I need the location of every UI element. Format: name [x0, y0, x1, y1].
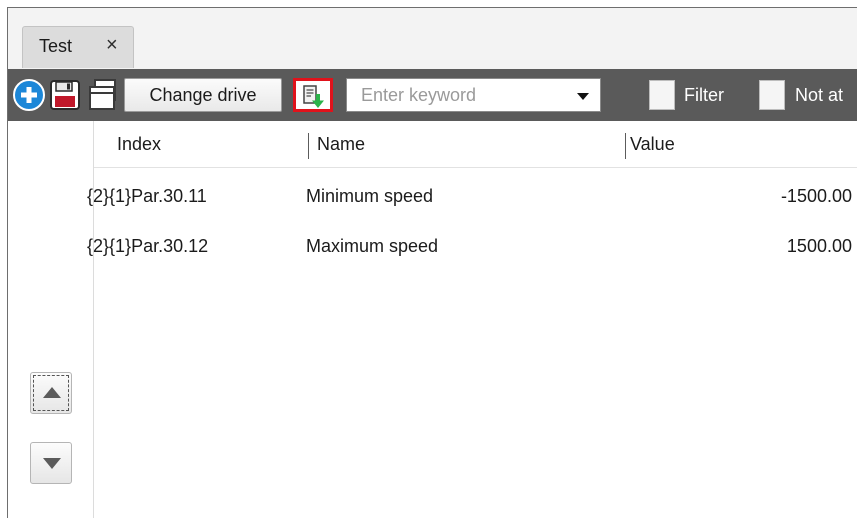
close-icon[interactable]: × — [106, 34, 118, 57]
chevron-down-icon[interactable] — [577, 93, 589, 100]
scroll-down-button[interactable] — [30, 442, 72, 484]
change-drive-button[interactable]: Change drive — [124, 78, 282, 112]
cell-name: Maximum speed — [306, 236, 439, 256]
copy-button[interactable] — [86, 78, 120, 112]
arrow-down-icon — [43, 458, 61, 469]
navigation-panel — [8, 121, 94, 518]
download-to-drive-icon — [303, 85, 324, 108]
column-header-index[interactable]: Index — [117, 134, 161, 155]
table-header: Index Name Value — [94, 121, 857, 168]
cell-name: Minimum speed — [306, 186, 434, 206]
save-icon — [50, 80, 80, 110]
table-row[interactable]: {2}{1}Par.30.12 Maximum speed 1500.00 — [87, 228, 857, 266]
not-at-label: Not at — [795, 85, 844, 105]
cell-index: {2}{1}Par.30.12 — [87, 236, 209, 256]
column-header-name[interactable]: Name — [317, 134, 365, 155]
not-at-checkbox[interactable] — [759, 80, 785, 110]
tab-label: Test — [39, 36, 73, 56]
parameter-window: Test × Change drive Enter keyword Filter… — [7, 7, 857, 518]
cell-value[interactable]: 1500.00 — [787, 236, 852, 257]
filter-label: Filter — [684, 85, 724, 105]
add-icon — [13, 79, 45, 111]
tab-test[interactable]: Test × — [22, 26, 134, 68]
table-row[interactable]: {2}{1}Par.30.11 Minimum speed -1500.00 — [87, 178, 857, 216]
add-button[interactable] — [13, 79, 45, 111]
column-header-value[interactable]: Value — [630, 134, 675, 155]
search-input[interactable] — [346, 78, 601, 112]
copy-icon — [89, 79, 116, 110]
save-button[interactable] — [49, 79, 81, 111]
parameter-table: Index Name Value {2}{1}Par.30.11 Minimum… — [87, 121, 857, 518]
arrow-up-icon — [43, 387, 61, 398]
download-to-drive-button[interactable] — [293, 78, 333, 112]
cell-index: {2}{1}Par.30.11 — [87, 186, 207, 206]
filter-checkbox[interactable] — [649, 80, 675, 110]
tab-bar: Test × — [8, 8, 857, 69]
column-divider[interactable] — [308, 133, 309, 159]
toolbar: Change drive Filter Not at — [8, 69, 857, 121]
column-divider[interactable] — [625, 133, 626, 159]
scroll-up-button[interactable] — [30, 372, 72, 414]
cell-value[interactable]: -1500.00 — [781, 186, 852, 207]
